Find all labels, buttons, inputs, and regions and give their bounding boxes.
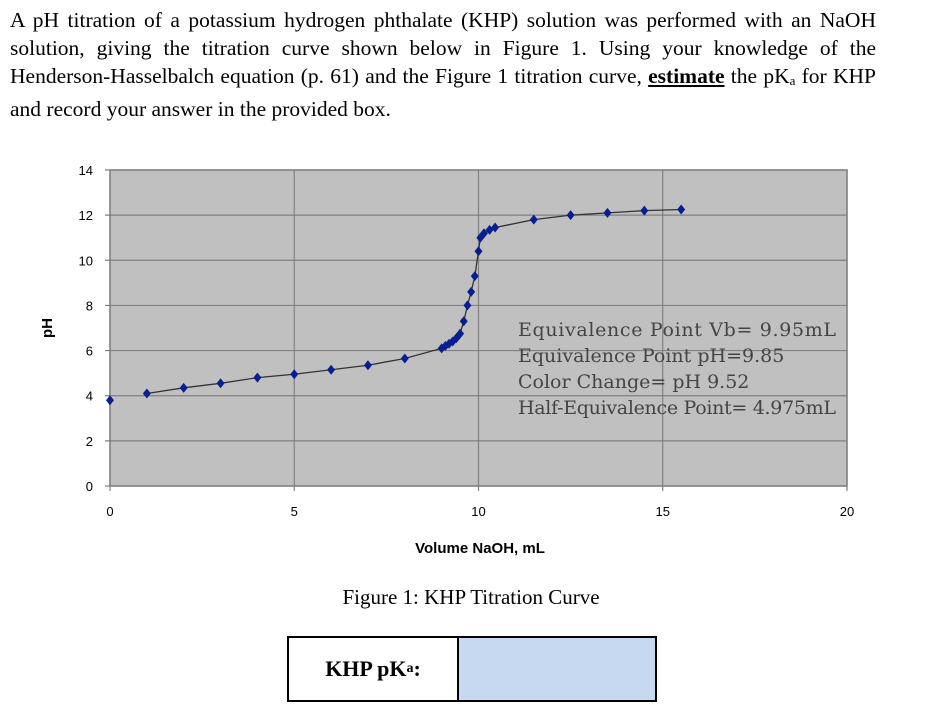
x-tick-label: 20 <box>840 504 854 519</box>
y-tick-label: 2 <box>86 434 93 449</box>
x-tick-label: 0 <box>106 504 113 519</box>
x-axis-label: Volume NaOH, mL <box>415 540 545 557</box>
emphasis-estimate: estimate <box>648 64 725 88</box>
label-text: KHP pK <box>325 656 407 681</box>
y-tick-label: 4 <box>86 389 93 404</box>
y-tick-label: 0 <box>86 479 93 494</box>
question-text: A pH titration of a potassium hydrogen p… <box>10 6 876 123</box>
pka-answer-input[interactable] <box>459 638 655 700</box>
label-sub: a <box>406 661 414 676</box>
answer-box: KHP pK a: <box>287 636 657 702</box>
question-part: the pK <box>724 64 790 88</box>
y-tick-label: 6 <box>86 344 93 359</box>
label-colon: : <box>413 656 421 681</box>
x-tick-label: 10 <box>471 504 485 519</box>
answer-label: KHP pK a: <box>289 638 459 700</box>
annotation-text: Color Change= pH 9.52 <box>518 371 749 393</box>
y-tick-label: 10 <box>79 253 93 268</box>
figure-caption: Figure 1: KHP Titration Curve <box>342 585 600 609</box>
annotation-text: Half-Equivalence Point= 4.975mL <box>518 397 836 419</box>
y-axis-label: pH <box>39 318 56 338</box>
x-tick-label: 5 <box>291 504 298 519</box>
annotation-text: Equivalence Point Vb= 9.95mL <box>518 319 836 341</box>
titration-chart: 0 2 4 6 8 10 12 14 0 5 10 15 20 Volume NaOH, mL pH Equi… <box>39 163 854 557</box>
x-tick-label: 15 <box>656 504 670 519</box>
y-tick-label: 14 <box>79 163 93 178</box>
y-tick-label: 8 <box>86 298 93 313</box>
annotation-text: Equivalence Point pH=9.85 <box>518 345 784 367</box>
y-tick-label: 12 <box>79 208 93 223</box>
